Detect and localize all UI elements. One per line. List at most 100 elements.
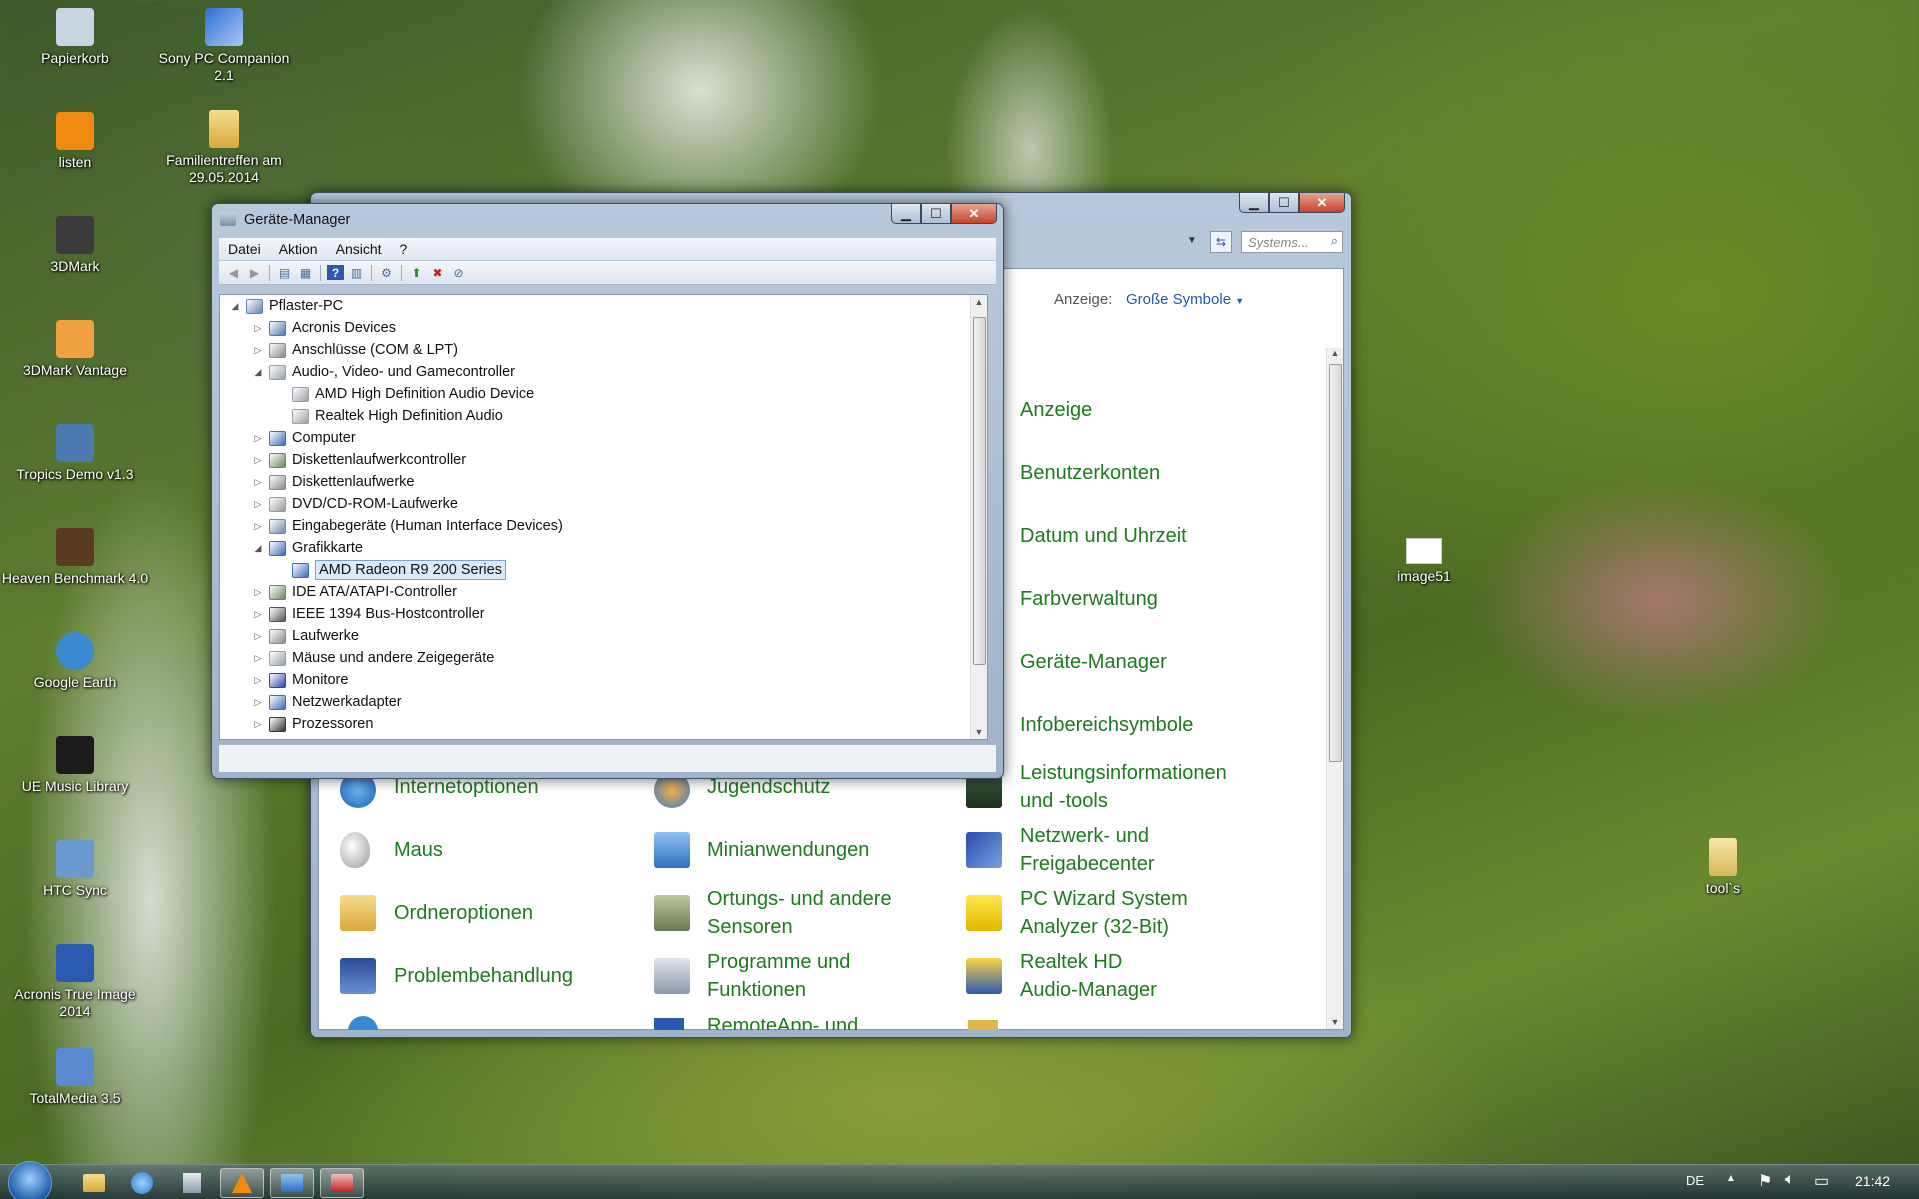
cp-item-minianwendungen[interactable]: Minianwendungen <box>707 836 869 864</box>
expand-arrow-icon[interactable]: ▷ <box>253 339 263 361</box>
scan-hardware-icon[interactable]: ⚙ <box>378 265 395 280</box>
menu-help[interactable]: ? <box>391 241 417 257</box>
desktop-icon-sony-pc-companion[interactable]: Sony PC Companion 2.1 <box>149 8 299 84</box>
expand-arrow-icon[interactable]: ▷ <box>253 449 263 471</box>
expand-arrow-icon[interactable]: ▷ <box>253 625 263 647</box>
tree-category[interactable]: ◢ Grafikkarte <box>253 537 363 559</box>
search-input[interactable]: Systems... ⌕ <box>1241 231 1343 253</box>
minimize-button[interactable]: ▁ <box>1239 193 1269 213</box>
start-button[interactable] <box>8 1161 52 1199</box>
tree-category[interactable]: ▷ DVD/CD-ROM-Laufwerke <box>253 493 458 515</box>
cp-item-datum-uhrzeit[interactable]: Datum und Uhrzeit <box>1020 522 1187 550</box>
refresh-button[interactable]: ⇆ <box>1210 231 1232 253</box>
tree-category[interactable]: ▷ Netzwerkadapter <box>253 691 402 713</box>
cp-item-infobereichsymbole[interactable]: Infobereichsymbole <box>1020 711 1193 739</box>
close-button[interactable]: ✕ <box>1299 193 1345 213</box>
desktop-icon-3dmark-vantage[interactable]: 3DMark Vantage <box>0 320 150 379</box>
cp-item-anzeige[interactable]: Anzeige <box>1020 396 1092 424</box>
cp-item-problembehandlung[interactable]: Problembehandlung <box>394 962 573 990</box>
tree-category[interactable]: ▷ Mäuse und andere Zeigegeräte <box>253 647 495 669</box>
cp-item-netzwerk[interactable]: Netzwerk- und Freigabecenter <box>1020 822 1155 878</box>
maximize-button[interactable]: ☐ <box>1269 193 1299 213</box>
desktop-icon-totalmedia[interactable]: TotalMedia 3.5 <box>0 1048 150 1107</box>
tree-device[interactable]: Realtek High Definition Audio <box>276 405 503 427</box>
scroll-up-icon[interactable]: ▲ <box>971 297 987 307</box>
menu-aktion[interactable]: Aktion <box>270 241 327 257</box>
expand-arrow-icon[interactable]: ▷ <box>253 691 263 713</box>
desktop-icon-htc-sync[interactable]: HTC Sync <box>0 840 150 899</box>
tree-category[interactable]: ▷ Computer <box>253 427 356 449</box>
taskbar-control-panel[interactable] <box>270 1168 314 1198</box>
view-icon[interactable]: ▥ <box>348 265 365 280</box>
tree-view-icon[interactable]: ▤ <box>276 265 293 280</box>
cp-item-pc-wizard[interactable]: PC Wizard System Analyzer (32-Bit) <box>1020 885 1188 941</box>
tree-category[interactable]: ▷ Diskettenlaufwerkcontroller <box>253 449 467 471</box>
view-dropdown[interactable]: Große Symbole ▼ <box>1126 291 1244 308</box>
scroll-thumb[interactable] <box>1329 364 1342 762</box>
network-tray-icon[interactable]: ▭ <box>1814 1171 1829 1191</box>
expand-arrow-icon[interactable]: ▷ <box>253 471 263 493</box>
desktop-icon-ue-music[interactable]: UE Music Library <box>0 736 150 795</box>
minimize-button[interactable]: ▁ <box>891 204 921 224</box>
tree-root[interactable]: ◢ Pflaster-PC <box>230 295 344 317</box>
expand-arrow-icon[interactable]: ▷ <box>253 581 263 603</box>
desktop-icon-tools[interactable]: tool`s <box>1648 838 1798 897</box>
expand-arrow-icon[interactable]: ▷ <box>253 493 263 515</box>
tree-category[interactable]: ▷ Acronis Devices <box>253 317 396 339</box>
scroll-down-icon[interactable]: ▼ <box>971 727 987 737</box>
collapse-arrow-icon[interactable]: ◢ <box>253 537 263 559</box>
content-scrollbar[interactable]: ▲ ▼ <box>1326 348 1343 1029</box>
clock[interactable]: 21:42 <box>1855 1173 1890 1189</box>
address-dropdown-icon[interactable]: ▼ <box>1187 235 1197 246</box>
cp-item-programme[interactable]: Programme und Funktionen <box>707 948 850 1004</box>
tree-category[interactable]: ▷ Anschlüsse (COM & LPT) <box>253 339 458 361</box>
desktop-icon-familientreffen[interactable]: Familientreffen am 29.05.2014 <box>149 110 299 186</box>
collapse-arrow-icon[interactable]: ◢ <box>230 295 240 317</box>
help-icon[interactable]: ? <box>327 265 344 280</box>
tree-category[interactable]: ▷ Eingabegeräte (Human Interface Devices) <box>253 515 563 537</box>
uninstall-icon[interactable]: ✖ <box>429 265 446 280</box>
tree-category[interactable]: ◢ Audio-, Video- und Gamecontroller <box>253 361 515 383</box>
taskbar-ie[interactable] <box>120 1168 164 1198</box>
desktop-icon-google-earth[interactable]: Google Earth <box>0 632 150 691</box>
expand-arrow-icon[interactable]: ▷ <box>253 713 263 735</box>
desktop-icon-heaven-benchmark[interactable]: Heaven Benchmark 4.0 <box>0 528 150 587</box>
collapse-arrow-icon[interactable]: ◢ <box>253 361 263 383</box>
properties-icon[interactable]: ▦ <box>297 265 314 280</box>
tree-device[interactable]: AMD Radeon R9 200 Series <box>276 559 506 581</box>
expand-arrow-icon[interactable]: ▷ <box>253 669 263 691</box>
maximize-button[interactable]: ☐ <box>921 204 951 224</box>
expand-arrow-icon[interactable]: ▷ <box>253 427 263 449</box>
language-indicator[interactable]: DE <box>1686 1173 1704 1188</box>
taskbar-explorer[interactable] <box>72 1168 116 1198</box>
close-button[interactable]: ✕ <box>951 204 997 224</box>
disable-icon[interactable]: ⊘ <box>450 265 467 280</box>
taskbar-app[interactable] <box>170 1168 214 1198</box>
expand-arrow-icon[interactable]: ▷ <box>253 647 263 669</box>
cp-item-remoteapp[interactable]: RemoteApp- und <box>707 1012 858 1030</box>
desktop-icon-recycle-bin[interactable]: Papierkorb <box>0 8 150 67</box>
taskbar-device-manager[interactable] <box>320 1168 364 1198</box>
tree-category[interactable]: ▷ IEEE 1394 Bus-Hostcontroller <box>253 603 485 625</box>
desktop-icon-vlc[interactable]: listen <box>0 112 150 171</box>
cp-item-maus[interactable]: Maus <box>394 836 443 864</box>
scroll-down-icon[interactable]: ▼ <box>1327 1017 1343 1027</box>
cp-item-leistungsinformationen[interactable]: Leistungsinformationen und -tools <box>1020 759 1227 815</box>
tree-category[interactable]: ▷ Laufwerke <box>253 625 359 647</box>
show-hidden-icons-icon[interactable]: ▲ <box>1726 1173 1736 1184</box>
cp-item-realtek[interactable]: Realtek HD Audio-Manager <box>1020 948 1157 1004</box>
cp-item-ordneroptionen[interactable]: Ordneroptionen <box>394 899 533 927</box>
scroll-thumb[interactable] <box>973 317 986 665</box>
expand-arrow-icon[interactable]: ▷ <box>253 317 263 339</box>
desktop-icon-tropics-demo[interactable]: Tropics Demo v1.3 <box>0 424 150 483</box>
update-driver-icon[interactable]: ⬆ <box>408 265 425 280</box>
cp-item-ortung[interactable]: Ortungs- und andere Sensoren <box>707 885 892 941</box>
tree-device[interactable]: AMD High Definition Audio Device <box>276 383 534 405</box>
scroll-up-icon[interactable]: ▲ <box>1327 348 1343 358</box>
tree-category[interactable]: ▷ IDE ATA/ATAPI-Controller <box>253 581 457 603</box>
tree-category[interactable]: ▷ Prozessoren <box>253 713 374 735</box>
tree-scrollbar[interactable]: ▲ ▼ <box>970 295 987 739</box>
volume-icon[interactable]: 🔈︎ <box>1785 1171 1795 1189</box>
forward-icon[interactable]: ▶ <box>246 265 263 280</box>
menu-ansicht[interactable]: Ansicht <box>327 241 391 257</box>
